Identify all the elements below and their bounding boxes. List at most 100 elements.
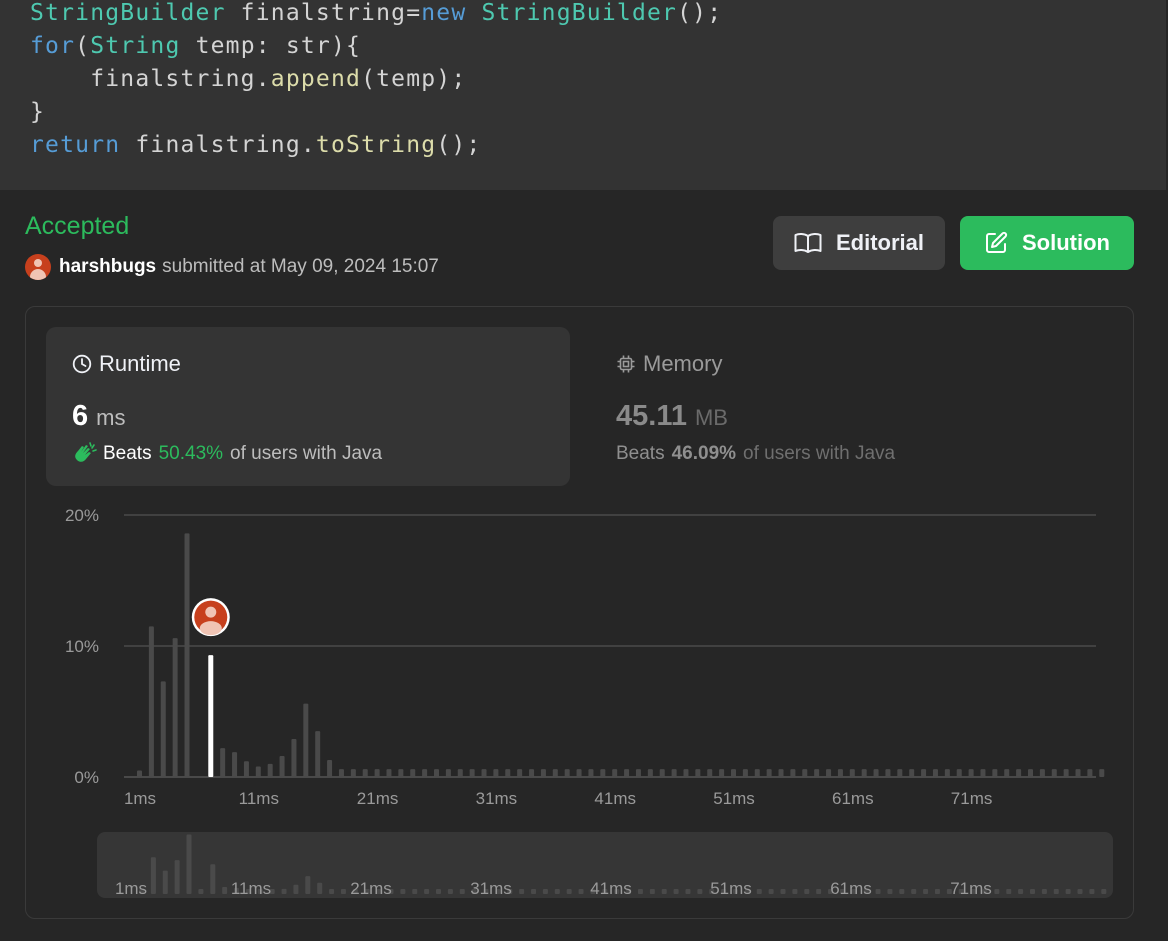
chart-bar	[243, 761, 249, 777]
navigator-bar	[150, 857, 156, 894]
navigator-bar	[400, 889, 406, 894]
chart-bar	[457, 769, 463, 777]
navigator-bar	[899, 889, 905, 894]
navigator-bar	[198, 889, 204, 894]
chart-bar	[849, 769, 855, 777]
chart-bar	[517, 769, 523, 777]
chart-bar	[148, 626, 154, 777]
chart-bar	[540, 769, 546, 777]
chart-bar	[588, 769, 594, 777]
chart-bar	[410, 769, 416, 777]
chart-bar	[434, 769, 439, 777]
chart-bar	[671, 769, 677, 777]
chart-bar	[1063, 769, 1069, 777]
chart-bar	[624, 769, 630, 777]
chart-bar	[291, 739, 297, 777]
chart-bar	[766, 769, 772, 777]
x-tick-label: 21ms	[357, 789, 399, 808]
chart-bar	[255, 766, 261, 777]
navigator-bar	[281, 888, 287, 894]
navigator-bar	[222, 886, 228, 894]
chart-range-navigator[interactable]: 1ms 11ms 21ms 31ms 41ms 51ms 61ms 71ms	[97, 832, 1113, 898]
chart-bar	[576, 769, 582, 777]
navigator-bar	[293, 884, 299, 894]
navigator-tick-label: 71ms	[950, 879, 992, 898]
chart-bar	[232, 752, 238, 777]
navigator-tick-label: 31ms	[470, 879, 512, 898]
navigator-bar	[447, 889, 453, 894]
chart-bar	[529, 769, 535, 777]
navigator-bar	[875, 889, 881, 894]
navigator-bar	[519, 889, 525, 894]
navigator-bar	[174, 860, 180, 894]
y-tick-label: 10%	[65, 637, 99, 656]
navigator-bar	[329, 889, 335, 894]
x-tick-label: 71ms	[951, 789, 993, 808]
navigator-bar	[1018, 889, 1024, 894]
chart-bar	[719, 769, 725, 777]
navigator-bar	[661, 889, 667, 894]
navigator-bar	[162, 870, 168, 894]
navigator-tick-label: 61ms	[830, 879, 872, 898]
chart-bar	[731, 769, 736, 777]
navigator-bar	[934, 889, 940, 894]
chart-bar	[1028, 769, 1033, 777]
navigator-bar	[1053, 889, 1059, 894]
navigator-bar	[1089, 889, 1095, 894]
navigator-bar	[424, 889, 430, 894]
chart-bar	[184, 533, 190, 777]
chart-bar	[909, 769, 915, 777]
navigator-bar	[804, 889, 810, 894]
chart-bar	[1099, 769, 1105, 777]
chart-bar	[932, 769, 938, 777]
chart-bar	[814, 769, 820, 777]
chart-bar	[683, 769, 689, 777]
chart-bar	[505, 769, 511, 777]
navigator-bar	[186, 834, 192, 894]
chart-bar	[362, 769, 368, 777]
navigator-bar	[578, 889, 584, 894]
navigator-bar	[637, 889, 643, 894]
chart-bar	[1039, 769, 1045, 777]
y-tick-label: 0%	[74, 768, 99, 787]
chart-bar	[1051, 769, 1057, 777]
navigator-bar	[756, 889, 762, 894]
navigator-bar	[566, 889, 572, 894]
chart-bar	[220, 748, 226, 777]
navigator-bar	[685, 889, 691, 894]
navigator-bar	[412, 889, 418, 894]
navigator-bar	[1041, 889, 1047, 894]
chart-bar	[897, 769, 903, 777]
chart-bar	[742, 769, 748, 777]
x-tick-label: 61ms	[832, 789, 874, 808]
navigator-bar	[1006, 889, 1012, 894]
navigator-bar	[531, 889, 537, 894]
runtime-distribution-chart[interactable]: 20% 10% 0% 1ms 11ms 21ms 31ms 41ms 51ms 61ms 71ms	[0, 0, 1168, 941]
chart-bar	[327, 759, 333, 777]
x-tick-label: 31ms	[476, 789, 518, 808]
navigator-bar	[542, 889, 548, 894]
chart-bar	[564, 769, 570, 777]
chart-bar	[921, 769, 927, 777]
chart-bar	[885, 769, 891, 777]
chart-bar	[612, 769, 618, 777]
navigator-bar	[816, 889, 822, 894]
navigator-bar	[1065, 889, 1071, 894]
chart-bar	[778, 769, 784, 777]
navigator-bar	[1030, 889, 1035, 894]
chart-bar	[968, 769, 974, 777]
chart-bar	[137, 770, 142, 777]
chart-bar	[600, 769, 606, 777]
chart-bar	[267, 763, 273, 777]
chart-bar	[695, 769, 701, 777]
chart-bar	[386, 769, 392, 777]
chart-bar	[481, 769, 487, 777]
chart-bar	[422, 769, 428, 777]
chart-bar	[1016, 769, 1022, 777]
chart-bar	[647, 769, 653, 777]
navigator-tick-label: 1ms	[115, 879, 147, 898]
chart-bar	[350, 769, 356, 777]
navigator-bar	[911, 889, 917, 894]
navigator-tick-label: 41ms	[590, 879, 632, 898]
chart-bar	[445, 769, 451, 777]
